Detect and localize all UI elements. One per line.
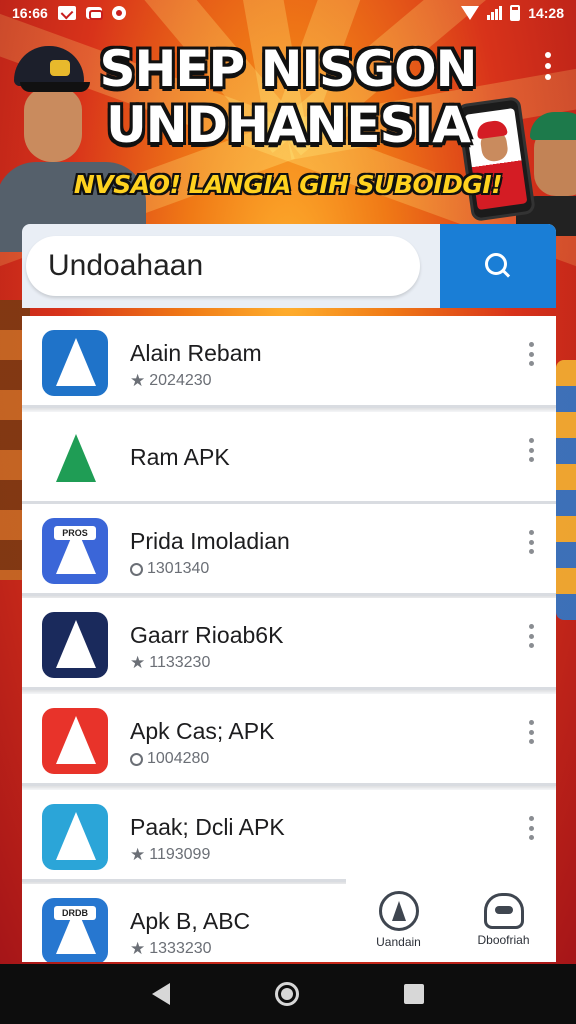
app-meta: ★ 1133230 (130, 654, 210, 672)
app-meta-text: 1301340 (147, 560, 210, 577)
poster-title-line2: UNDHANESIA (106, 96, 471, 154)
poster-title-line1: SHEP NISGON (99, 40, 478, 98)
star-icon: ★ (130, 653, 146, 672)
bottom-action-0[interactable]: Uandain (354, 891, 444, 949)
status-time-left: 16:66 (12, 5, 48, 21)
list-item[interactable]: Apk Cas; APK 1004280 (22, 694, 556, 786)
app-meta-text: 1193099 (149, 846, 211, 863)
star-icon: ★ (130, 371, 146, 390)
app-list: Alain Rebam ★ 2024230 Ram APK PROS Prida Imol… (22, 316, 556, 962)
app-title: Gaarr Rioab6K (130, 622, 284, 648)
poster-subtitle: NVSAO! LANGIA GIH SUBOIDGI! (73, 170, 503, 199)
item-overflow-menu-icon[interactable] (526, 530, 536, 554)
status-bar: 16:66 14:28 (0, 0, 576, 26)
status-time-right: 14:28 (528, 5, 564, 21)
link-icon (85, 7, 103, 20)
mail-icon (57, 6, 76, 20)
item-overflow-menu-icon[interactable] (526, 720, 536, 744)
compass-icon (378, 891, 419, 931)
app-icon (42, 804, 108, 870)
app-title: Prida Imoladian (130, 528, 290, 554)
app-icon: PROS (42, 518, 108, 584)
rocket-icon (483, 893, 524, 929)
app-title: Apk Cas; APK (130, 718, 275, 744)
app-title: Alain Rebam (130, 340, 262, 366)
app-meta-text: 1133230 (149, 654, 211, 671)
list-item[interactable]: Gaarr Rioab6K ★ 1133230 (22, 598, 556, 690)
star-icon: ★ (130, 845, 146, 864)
list-item[interactable]: Alain Rebam ★ 2024230 (22, 316, 556, 408)
search-input[interactable] (26, 236, 420, 296)
app-title: Paak; Dcli APK (130, 814, 285, 840)
ring-icon (130, 562, 143, 576)
app-title: Ram APK (130, 444, 230, 470)
search-bar (22, 224, 556, 308)
app-icon: DRDB (42, 898, 108, 962)
item-overflow-menu-icon[interactable] (526, 438, 536, 462)
item-overflow-menu-icon[interactable] (526, 816, 536, 840)
app-meta: ★ 1193099 (130, 846, 210, 864)
app-title: Apk B, ABC (130, 908, 251, 934)
app-meta: 1301340 (130, 560, 209, 578)
recents-icon[interactable] (403, 984, 424, 1004)
list-item[interactable]: Paak; Dcli APK ★ 1193099 (22, 790, 556, 882)
star-icon: ★ (130, 939, 146, 958)
wifi-icon (461, 6, 480, 20)
app-meta-text: 1004280 (147, 750, 210, 767)
app-meta: 1004280 (130, 750, 209, 768)
bottom-action-label: Uandain (376, 935, 421, 949)
item-overflow-menu-icon[interactable] (526, 342, 536, 366)
app-icon (42, 330, 108, 396)
bottom-action-1[interactable]: Dboofriah (459, 893, 549, 947)
bottom-actions: Uandain Dboofriah (346, 878, 556, 962)
app-icon (42, 612, 108, 678)
app-icon (42, 708, 108, 774)
app-meta-text: 2024230 (149, 372, 212, 389)
search-button[interactable] (440, 224, 556, 308)
home-icon[interactable] (274, 982, 299, 1006)
app-meta: ★ 1333230 (130, 940, 212, 958)
item-overflow-menu-icon[interactable] (526, 624, 536, 648)
overflow-menu-icon[interactable] (540, 52, 556, 80)
ring-icon (130, 752, 143, 766)
navigation-bar (0, 964, 576, 1024)
list-item[interactable]: Ram APK (22, 412, 556, 504)
battery-icon (510, 5, 521, 21)
app-meta: ★ 2024230 (130, 372, 212, 390)
settings-icon (111, 6, 126, 20)
list-item[interactable]: PROS Prida Imoladian 1301340 (22, 504, 556, 596)
search-icon (483, 251, 513, 281)
app-meta-text: 1333230 (149, 940, 212, 957)
signal-icon (487, 6, 503, 20)
bottom-action-label: Dboofriah (477, 933, 530, 947)
app-icon-tag: DRDB (54, 906, 96, 920)
back-icon[interactable] (152, 983, 171, 1005)
decoration-right (556, 360, 576, 620)
app-icon (42, 426, 108, 492)
app-icon-tag: PROS (54, 526, 96, 540)
